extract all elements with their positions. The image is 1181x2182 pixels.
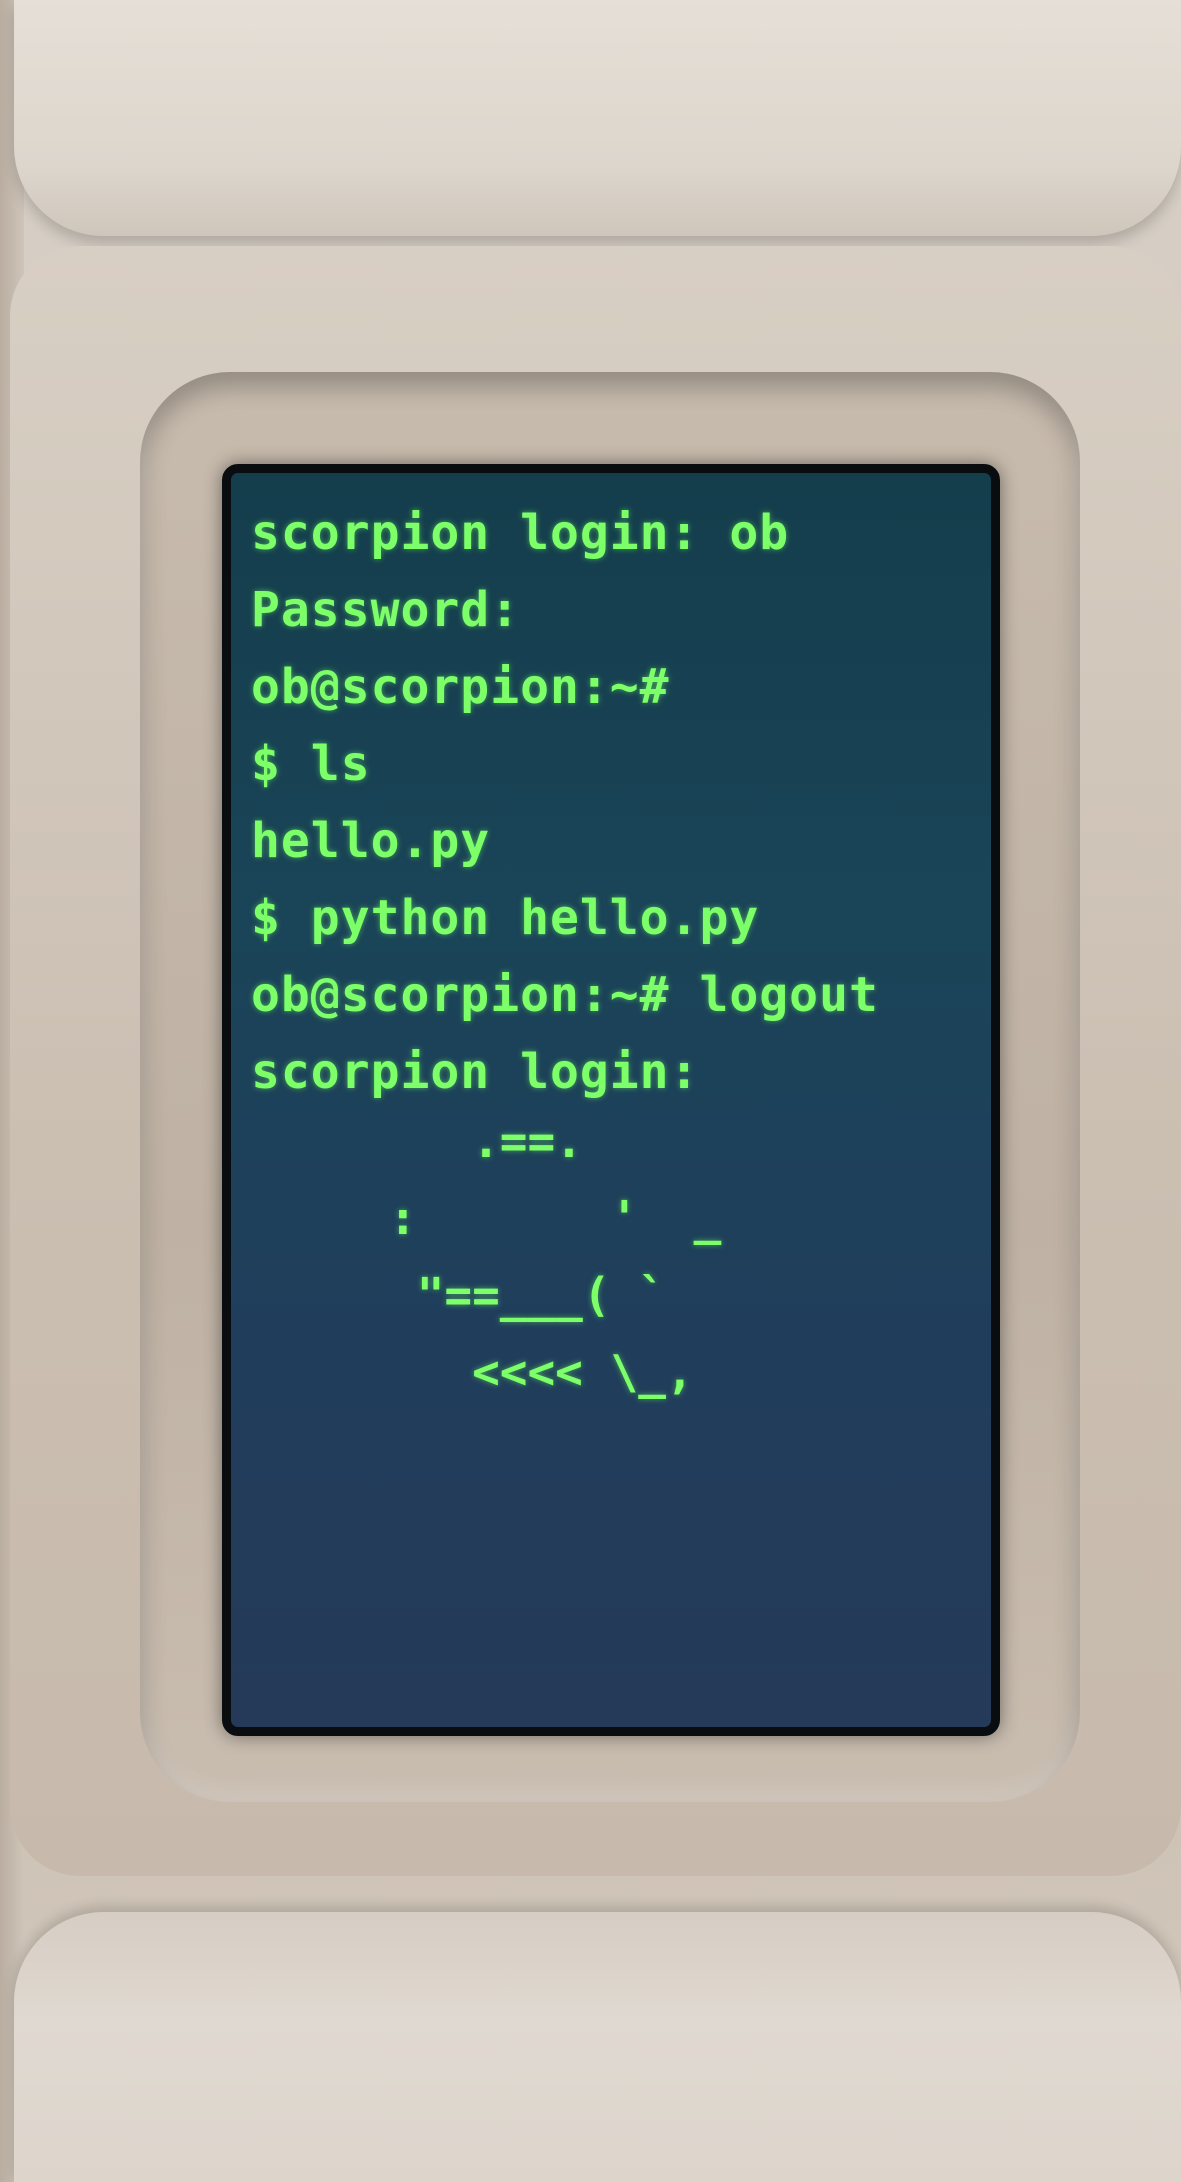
password-prompt-line: Password: — [251, 582, 521, 638]
login-prompt-line: scorpion login: ob — [251, 505, 790, 561]
shell-prompt-line: ob@scorpion:~# — [251, 659, 670, 715]
ls-command-line: $ ls — [251, 736, 371, 792]
python-command-line: $ python hello.py — [251, 890, 760, 946]
device-top-housing — [14, 0, 1181, 236]
ls-output-line: hello.py — [251, 813, 491, 869]
terminal-output: scorpion login: ob Password: ob@scorpion… — [251, 495, 991, 1111]
logout-line: ob@scorpion:~# logout — [251, 967, 879, 1023]
login-prompt-again-line[interactable]: scorpion login: — [251, 1034, 991, 1111]
scorpion-ascii-art: .==. : ' _ "==___( ` <<<< \_, — [389, 1114, 722, 1399]
terminal-screen[interactable]: scorpion login: ob Password: ob@scorpion… — [222, 464, 1000, 1736]
device-bottom-housing — [14, 1912, 1181, 2182]
